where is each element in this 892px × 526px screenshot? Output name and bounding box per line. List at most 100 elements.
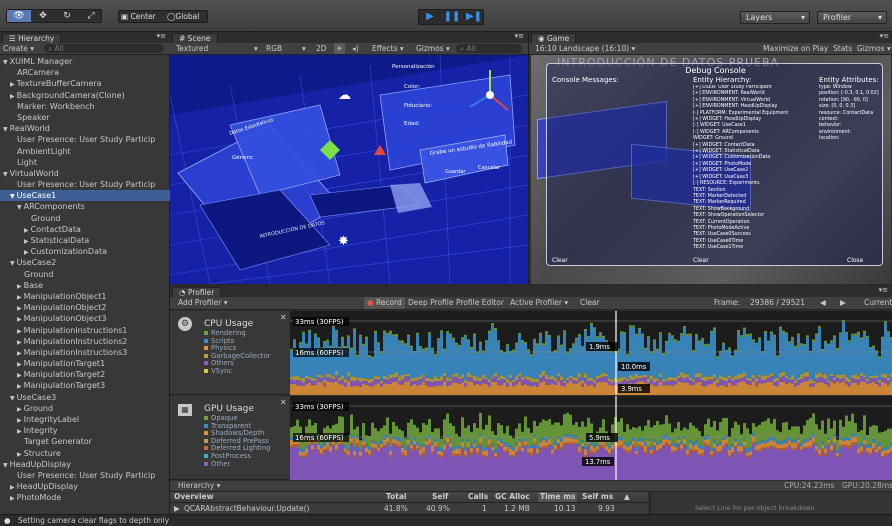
hierarchy-item[interactable]: ▼ VirtualWorld bbox=[0, 168, 170, 179]
rotate-tool-icon[interactable]: ↻ bbox=[55, 10, 79, 22]
console-clear-button[interactable]: Clear bbox=[552, 257, 568, 264]
layout-dropdown[interactable]: Profiler ▾ bbox=[817, 11, 887, 24]
gizmos-dropdown[interactable]: Gizmos ▾ bbox=[416, 43, 450, 54]
column-self-ms[interactable]: Self ms bbox=[582, 492, 613, 502]
hierarchy-item[interactable]: ▶ ManipulationTarget1 bbox=[0, 358, 170, 369]
expand-arrow-icon[interactable]: ▶ bbox=[17, 417, 22, 424]
expand-arrow-icon[interactable]: ▶ bbox=[17, 361, 22, 368]
hierarchy-item[interactable]: ▼ HeadUpDisplay bbox=[0, 459, 170, 470]
audio-toggle-icon[interactable]: ◂) bbox=[352, 43, 359, 54]
lighting-toggle-icon[interactable]: ☀ bbox=[334, 43, 345, 54]
console-close-button[interactable]: Close bbox=[847, 257, 863, 264]
hierarchy-item[interactable]: AmbientLight bbox=[0, 146, 170, 157]
tab-scene[interactable]: # Scene bbox=[172, 33, 218, 43]
hierarchy-mode-dropdown[interactable]: Hierarchy ▾ bbox=[178, 481, 220, 491]
panel-menu-icon[interactable]: ▾≡ bbox=[515, 32, 524, 40]
expand-arrow-icon[interactable]: ▼ bbox=[10, 193, 15, 200]
hierarchy-item[interactable]: ▶ ManipulationObject1 bbox=[0, 291, 170, 302]
hierarchy-item[interactable]: ▶ ManipulationObject2 bbox=[0, 302, 170, 313]
hierarchy-item[interactable]: ▶ BackgroundCamera(Clone) bbox=[0, 90, 170, 101]
create-dropdown[interactable]: Create ▾ bbox=[3, 43, 34, 54]
hierarchy-item[interactable]: ▼ UseCase2 bbox=[0, 257, 170, 268]
expand-arrow-icon[interactable]: ▼ bbox=[3, 462, 8, 469]
hierarchy-item[interactable]: ▶ Integrity bbox=[0, 425, 170, 436]
expand-arrow-icon[interactable]: ▶ bbox=[17, 372, 22, 379]
expand-arrow-icon[interactable]: ▶ bbox=[24, 227, 29, 234]
expand-arrow-icon[interactable]: ▶ bbox=[17, 328, 22, 335]
hierarchy-search-input[interactable]: ⌕ All bbox=[44, 44, 164, 53]
expand-arrow-icon[interactable]: ▶ bbox=[10, 93, 15, 100]
hierarchy-item[interactable]: ▶ ManipulationInstructions1 bbox=[0, 325, 170, 336]
gpu-module[interactable]: ▦ ✕ GPU Usage Opaque Transparent Shadows/D… bbox=[170, 396, 290, 480]
hierarchy-item[interactable]: ▶ ContactData bbox=[0, 224, 170, 235]
expand-arrow-icon[interactable]: ▶ bbox=[17, 305, 22, 312]
global-toggle[interactable]: ◯Global bbox=[167, 11, 209, 22]
column-overview[interactable]: Overview bbox=[174, 492, 214, 502]
hierarchy-item[interactable]: Speaker bbox=[0, 112, 170, 123]
active-profiler-dropdown[interactable]: Active Profiler ▾ bbox=[510, 297, 568, 309]
expand-arrow-icon[interactable]: ▼ bbox=[3, 171, 8, 178]
hierarchy-item[interactable]: ▶ ManipulationObject3 bbox=[0, 313, 170, 324]
hierarchy-item[interactable]: ▶ ManipulationTarget3 bbox=[0, 380, 170, 391]
hierarchy-item[interactable]: Marker: Workbench bbox=[0, 101, 170, 112]
hierarchy-item[interactable]: ▼ RealWorld bbox=[0, 123, 170, 134]
cpu-module[interactable]: ⚙ ✕ CPU Usage Rendering Scripts Physics Gar… bbox=[170, 311, 290, 395]
next-frame-icon[interactable]: ▶ bbox=[840, 297, 846, 309]
close-icon[interactable]: ✕ bbox=[280, 398, 287, 407]
expand-arrow-icon[interactable]: ▼ bbox=[10, 395, 15, 402]
prev-frame-icon[interactable]: ◀ bbox=[820, 297, 826, 309]
stats-toggle[interactable]: Stats bbox=[833, 43, 852, 54]
layers-dropdown[interactable]: Layers ▾ bbox=[740, 11, 810, 24]
expand-arrow-icon[interactable]: ▶ bbox=[10, 495, 15, 502]
gpu-chart[interactable]: 33ms (30FPS)16ms (60FPS) 5.9ms13.7ms bbox=[290, 396, 892, 480]
expand-arrow-icon[interactable]: ▶ bbox=[17, 316, 22, 323]
hierarchy-item[interactable]: User Presence: User Study Particip bbox=[0, 470, 170, 481]
console-close-button[interactable]: Clear bbox=[693, 257, 709, 264]
scale-tool-icon[interactable]: ⤢ bbox=[79, 10, 103, 22]
hierarchy-item[interactable]: ▶ ManipulationInstructions2 bbox=[0, 336, 170, 347]
rgb-dropdown[interactable]: RGB bbox=[266, 43, 282, 54]
hierarchy-item[interactable]: ▶ ManipulationInstructions3 bbox=[0, 347, 170, 358]
expand-arrow-icon[interactable]: ▼ bbox=[10, 260, 15, 267]
pause-icon[interactable]: ❚❚ bbox=[441, 10, 463, 24]
column-gc-alloc[interactable]: GC Alloc bbox=[495, 492, 530, 502]
scene-search-input[interactable]: ⌕ All bbox=[456, 44, 522, 53]
expand-arrow-icon[interactable]: ▶ bbox=[10, 81, 15, 88]
hierarchy-item[interactable]: ▼ XUIML Manager bbox=[0, 56, 170, 67]
2d-toggle[interactable]: 2D bbox=[316, 43, 327, 54]
profile-editor-toggle[interactable]: Profile Editor bbox=[456, 297, 504, 309]
column-total[interactable]: Total bbox=[386, 492, 407, 502]
expand-arrow-icon[interactable]: ▶ bbox=[17, 294, 22, 301]
effects-dropdown[interactable]: Effects ▾ bbox=[372, 43, 404, 54]
maximize-toggle[interactable]: Maximize on Play bbox=[763, 43, 828, 54]
expand-arrow-icon[interactable]: ▶ bbox=[17, 339, 22, 346]
hierarchy-item[interactable]: ▶ Base bbox=[0, 280, 170, 291]
expand-arrow-icon[interactable]: ▶ bbox=[24, 249, 29, 256]
expand-arrow-icon[interactable]: ▶ bbox=[17, 383, 22, 390]
scene-viewport[interactable]: ☁ ✸ Personalización Color: Datos Estadís… bbox=[170, 55, 528, 284]
expand-arrow-icon[interactable]: ▼ bbox=[3, 126, 8, 133]
legend-item[interactable]: VSync bbox=[204, 367, 270, 376]
status-message[interactable]: Setting camera clear flags to depth only bbox=[18, 515, 169, 526]
deep-profile-toggle[interactable]: Deep Profile bbox=[408, 297, 453, 309]
close-icon[interactable]: ✕ bbox=[280, 313, 287, 322]
hierarchy-item[interactable]: Ground bbox=[0, 213, 170, 224]
expand-arrow-icon[interactable]: ▶ bbox=[17, 451, 22, 458]
hand-tool-icon[interactable]: 👁 bbox=[7, 10, 31, 22]
shading-dropdown[interactable]: Textured bbox=[176, 43, 208, 54]
expand-arrow-icon[interactable]: ▶ bbox=[10, 484, 15, 491]
hierarchy-item[interactable]: ▶ IntegrityLabel bbox=[0, 414, 170, 425]
record-toggle[interactable]: ● Record bbox=[364, 297, 405, 309]
hierarchy-item[interactable]: ▼ UseCase1 bbox=[0, 190, 170, 202]
hierarchy-item[interactable]: ARCamera bbox=[0, 67, 170, 78]
hierarchy-item[interactable]: Ground bbox=[0, 269, 170, 280]
current-frame-button[interactable]: Current bbox=[864, 297, 892, 309]
hierarchy-item[interactable]: ▶ Structure bbox=[0, 448, 170, 459]
hierarchy-item[interactable]: ▼ UseCase3 bbox=[0, 392, 170, 403]
hierarchy-item[interactable]: ▶ StatisticalData bbox=[0, 235, 170, 246]
expand-arrow-icon[interactable]: ▶ bbox=[174, 503, 180, 514]
expand-arrow-icon[interactable]: ▶ bbox=[17, 283, 22, 290]
play-icon[interactable]: ▶ bbox=[419, 10, 441, 24]
center-toggle[interactable]: ▣ Center bbox=[121, 11, 163, 22]
hierarchy-item[interactable]: ▶ PhotoMode bbox=[0, 492, 170, 503]
